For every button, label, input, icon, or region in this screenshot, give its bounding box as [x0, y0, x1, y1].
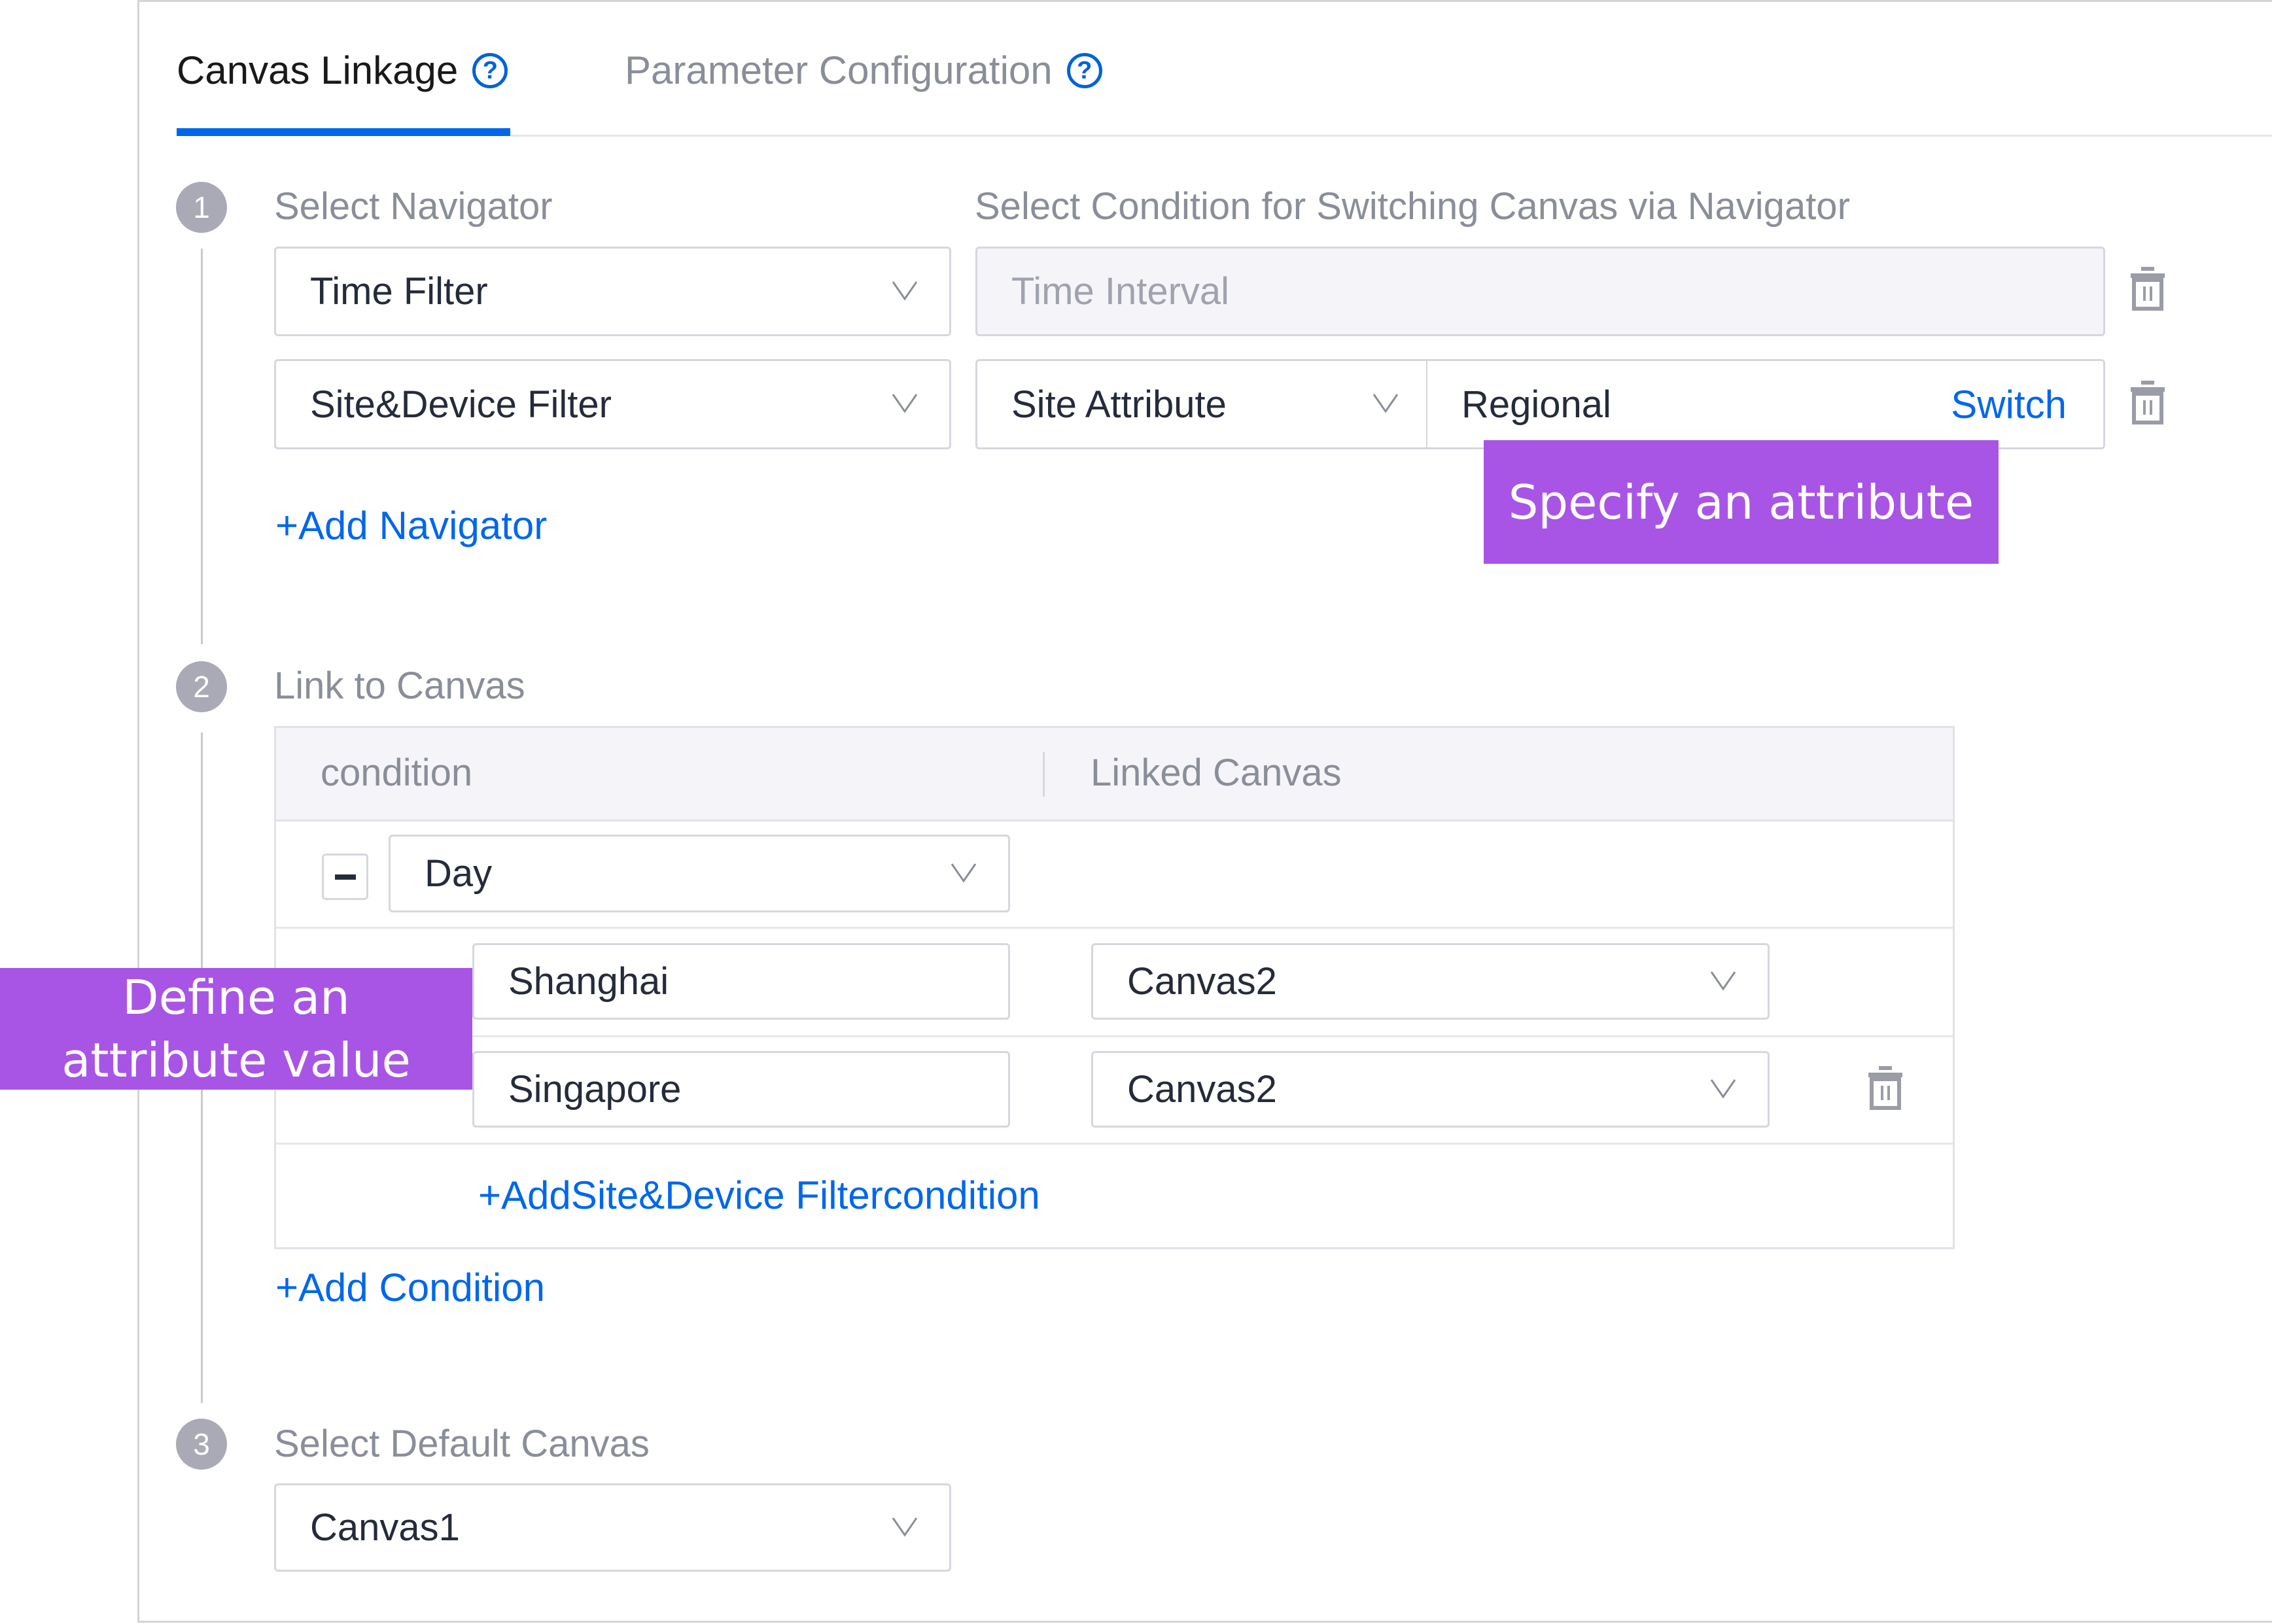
tab-label: Parameter Configuration — [625, 48, 1053, 92]
tab-label: Canvas Linkage — [177, 48, 459, 92]
linked-canvas-select[interactable]: Canvas2 — [1091, 943, 1770, 1020]
step-1-badge: 1 — [176, 182, 227, 233]
step-3-badge: 3 — [176, 1419, 227, 1470]
chevron-down-icon — [890, 1506, 919, 1534]
field-value: Time Interval — [1011, 270, 1230, 313]
tab-canvas-linkage[interactable]: Canvas Linkage ? — [177, 46, 508, 95]
minus-icon — [334, 874, 356, 880]
select-value: Site Attribute — [1011, 383, 1227, 426]
step-connector — [201, 249, 203, 644]
add-navigator-link[interactable]: +Add Navigator — [275, 503, 547, 549]
select-value: Canvas2 — [1127, 960, 1277, 1003]
row-divider — [276, 1035, 1953, 1037]
chevron-down-icon — [1709, 959, 1738, 988]
column-header-linked-canvas: Linked Canvas — [1091, 752, 1342, 794]
delete-navigator-button[interactable] — [2128, 266, 2167, 311]
input-value: Shanghai — [508, 960, 669, 1003]
select-navigator-label: Select Navigator — [274, 185, 553, 228]
attribute-value-input[interactable]: Shanghai — [472, 943, 1010, 1020]
chevron-down-icon — [949, 852, 978, 880]
link-to-canvas-label: Link to Canvas — [274, 665, 525, 707]
delete-row-button[interactable] — [1866, 1065, 1905, 1111]
delete-navigator-button[interactable] — [2128, 379, 2167, 425]
trash-icon — [2128, 266, 2167, 311]
time-interval-field: Time Interval — [975, 247, 2105, 336]
select-value: Day — [425, 852, 493, 895]
condition-select-day[interactable]: Day — [389, 835, 1010, 912]
callout-line: attribute value — [61, 1033, 411, 1088]
switch-condition-label: Select Condition for Switching Canvas vi… — [975, 185, 1850, 228]
tab-divider — [510, 135, 2272, 137]
callout-line: Define an — [122, 970, 350, 1025]
row-divider — [276, 1143, 1953, 1145]
active-tab-indicator — [177, 128, 510, 136]
chevron-down-icon — [890, 382, 919, 411]
input-value: Singapore — [508, 1068, 682, 1111]
help-circle-icon[interactable]: ? — [472, 53, 508, 88]
select-default-canvas-label: Select Default Canvas — [274, 1423, 650, 1465]
add-filter-condition-link[interactable]: +AddSite&Device Filtercondition — [478, 1173, 1040, 1218]
navigator-select-time-filter[interactable]: Time Filter — [274, 247, 951, 336]
column-header-condition: condition — [321, 752, 473, 794]
field-value: Regional — [1461, 383, 1611, 426]
navigator-select-site-device-filter[interactable]: Site&Device Filter — [274, 359, 951, 449]
select-value: Site&Device Filter — [310, 383, 612, 426]
callout-define-attribute-value: Define an attribute value — [0, 968, 472, 1090]
attribute-value-field[interactable]: Regional Switch — [1426, 359, 2105, 449]
step-2-badge: 2 — [176, 661, 227, 712]
select-value: Canvas2 — [1127, 1068, 1277, 1111]
linked-canvas-select[interactable]: Canvas2 — [1091, 1051, 1770, 1128]
collapse-button[interactable] — [322, 854, 368, 900]
trash-icon — [1866, 1065, 1905, 1111]
switch-link[interactable]: Switch — [1951, 382, 2067, 428]
select-value: Time Filter — [310, 270, 488, 313]
help-circle-icon[interactable]: ? — [1066, 53, 1102, 88]
chevron-down-icon — [1709, 1067, 1738, 1096]
select-value: Canvas1 — [310, 1506, 460, 1549]
attribute-type-select[interactable]: Site Attribute — [975, 359, 1428, 449]
chevron-down-icon — [1371, 382, 1400, 411]
trash-icon — [2128, 379, 2167, 425]
tab-parameter-configuration[interactable]: Parameter Configuration ? — [625, 46, 1102, 95]
chevron-down-icon — [890, 269, 919, 298]
column-divider — [1043, 752, 1045, 797]
callout-specify-attribute: Specify an attribute — [1484, 440, 1999, 564]
attribute-value-input[interactable]: Singapore — [472, 1051, 1010, 1128]
default-canvas-select[interactable]: Canvas1 — [274, 1483, 951, 1572]
add-condition-link[interactable]: +Add Condition — [275, 1265, 545, 1311]
row-divider — [276, 927, 1953, 929]
